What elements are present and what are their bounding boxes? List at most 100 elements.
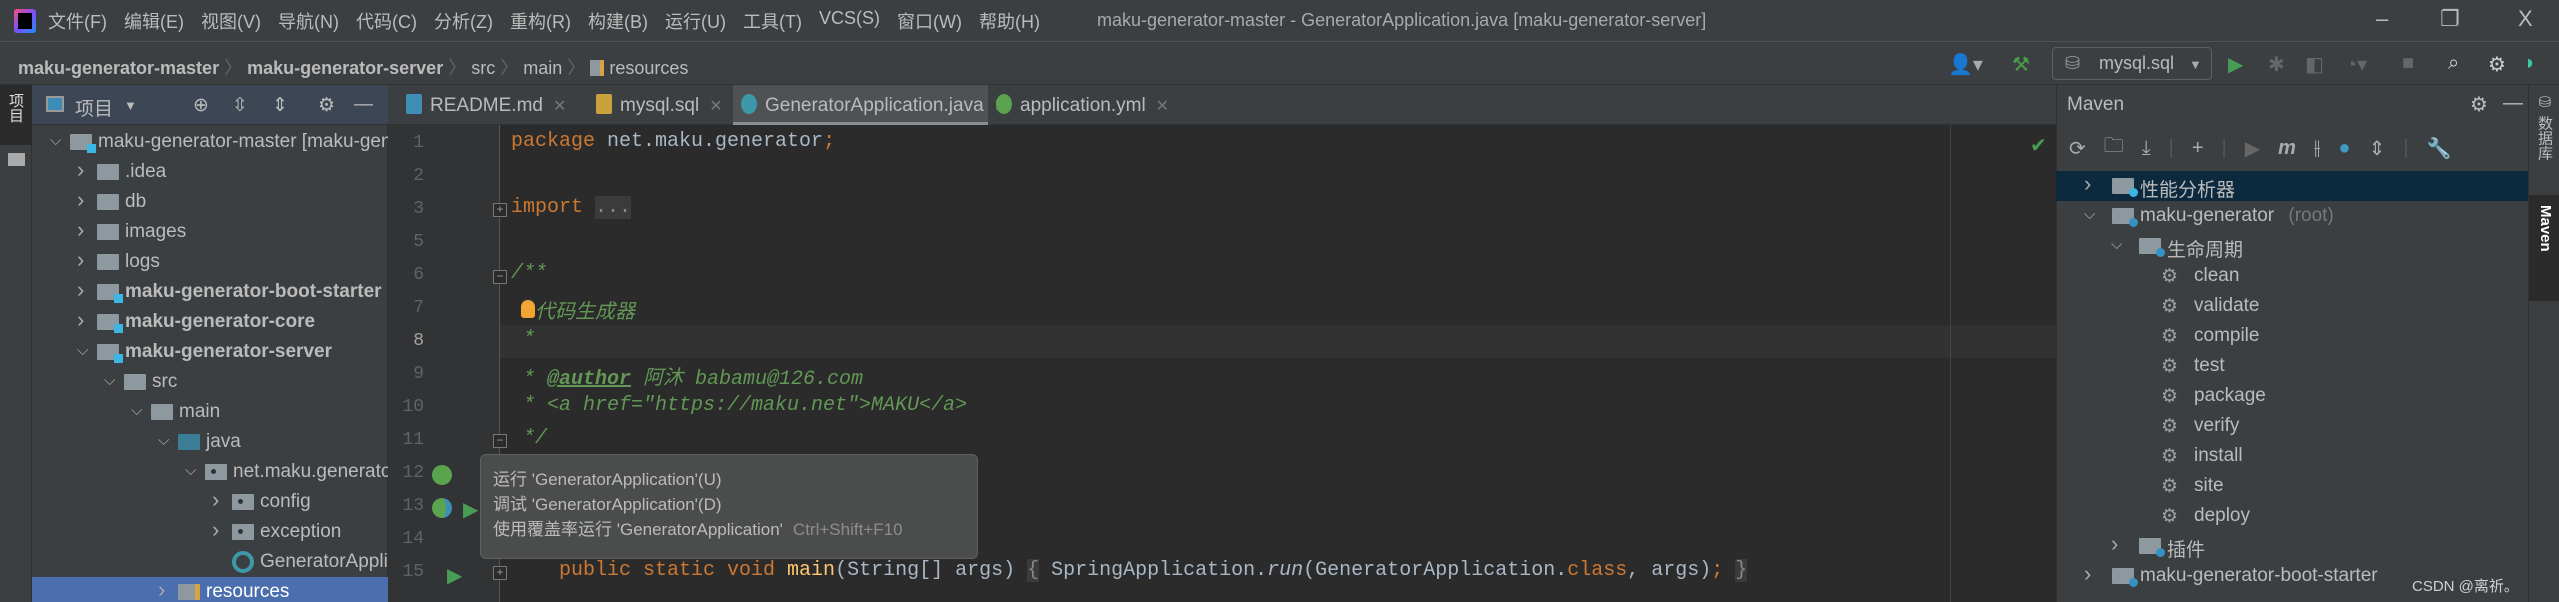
project-view-selector[interactable]: 项目 <box>75 94 113 121</box>
tree-item[interactable]: › db <box>32 187 388 217</box>
menu-item[interactable]: 分析(Z) <box>434 8 493 34</box>
menu-item[interactable]: VCS(S) <box>819 8 880 34</box>
maven-tree-item[interactable]: ⚙ package <box>2056 381 2528 411</box>
chevron-right-icon[interactable]: › <box>2111 531 2118 557</box>
chevron-right-icon[interactable]: › <box>77 247 84 273</box>
hide-panel-icon[interactable]: — <box>354 94 373 116</box>
breadcrumb-main[interactable]: main <box>523 58 562 78</box>
close-window-button[interactable]: X <box>2518 6 2533 32</box>
chevron-down-icon[interactable]: ▼ <box>124 98 137 113</box>
intention-bulb-icon[interactable] <box>521 300 535 318</box>
tree-item[interactable]: GeneratorApplication <box>32 547 388 577</box>
build-tools-wrench-icon[interactable]: 🔧 <box>2426 136 2451 161</box>
project-tool-window-button[interactable]: 项目 <box>0 85 32 145</box>
tab-readme-md[interactable]: README.md ✕ <box>398 85 578 125</box>
profile-icon[interactable]: ◔▾ <box>2345 52 2367 77</box>
toggle-offline-icon[interactable]: ⫲ <box>2314 137 2320 160</box>
search-icon[interactable]: ⌕ <box>2448 52 2459 75</box>
run-gutter-icon[interactable]: ▶ <box>463 497 478 522</box>
maven-settings-gear-icon[interactable]: ⚙ <box>2470 92 2488 117</box>
close-tab-icon[interactable]: ✕ <box>709 98 722 115</box>
tree-item[interactable]: › .idea <box>32 157 388 187</box>
chevron-down-icon[interactable]: ⌵ <box>77 342 88 359</box>
maven-tree-item[interactable]: ⚙ clean <box>2056 261 2528 291</box>
skip-tests-icon[interactable]: ● <box>2338 137 2350 160</box>
build-hammer-icon[interactable]: ⚒ <box>2012 52 2030 77</box>
chevron-right-icon[interactable]: › <box>2084 171 2091 197</box>
run-icon[interactable]: ▶ <box>2228 52 2243 77</box>
database-tool-window-button[interactable]: ⛁ 数据库 <box>2534 93 2555 160</box>
tree-item[interactable]: › resources <box>32 577 388 602</box>
maven-tree-item[interactable]: ⚙ compile <box>2056 321 2528 351</box>
stop-icon[interactable]: ■ <box>2402 52 2414 75</box>
tree-item[interactable]: ⌵ main <box>32 397 388 427</box>
maven-tree-item[interactable]: ⚙ validate <box>2056 291 2528 321</box>
menu-item[interactable]: 视图(V) <box>201 8 261 34</box>
menu-item[interactable]: 运行(U) <box>665 8 726 34</box>
expand-all-icon[interactable]: ⇳ <box>232 94 248 117</box>
chevron-down-icon[interactable]: ⌵ <box>158 432 169 449</box>
tree-item[interactable]: › exception <box>32 517 388 547</box>
collapse-all-icon[interactable]: ⇕ <box>272 94 288 117</box>
maven-tree-item[interactable]: ⚙ verify <box>2056 411 2528 441</box>
breadcrumb-module[interactable]: maku-generator-server <box>247 58 443 78</box>
tree-item[interactable]: ⌵ java <box>32 427 388 457</box>
maven-tree-item[interactable]: ⌵ 生命周期 <box>2056 231 2528 261</box>
collapse-all-icon[interactable]: ⇕ <box>2368 136 2385 161</box>
menu-item[interactable]: 重构(R) <box>510 8 571 34</box>
close-tab-icon[interactable]: ✕ <box>553 98 566 115</box>
maven-tree-item[interactable]: ⌵ maku-generator (root) <box>2056 201 2528 231</box>
tree-item[interactable]: ⌵ maku-generator-server <box>32 337 388 367</box>
debug-icon[interactable]: ✱ <box>2268 52 2285 77</box>
chevron-right-icon[interactable]: › <box>77 217 84 243</box>
popup-menu-item[interactable]: 调试 'GeneratorApplication'(D) <box>493 492 977 517</box>
no-problems-check-icon[interactable]: ✔ <box>2030 133 2047 158</box>
popup-menu-item[interactable]: 运行 'GeneratorApplication'(U) <box>493 467 977 492</box>
tree-item[interactable]: › logs <box>32 247 388 277</box>
maven-tree-item[interactable]: ⚙ test <box>2056 351 2528 381</box>
menu-item[interactable]: 导航(N) <box>278 8 339 34</box>
maven-tree-item[interactable]: › 插件 <box>2056 531 2528 561</box>
run-maven-icon[interactable]: ▶ <box>2245 136 2260 161</box>
menu-item[interactable]: 构建(B) <box>588 8 648 34</box>
run-configuration-dropdown[interactable]: ⛁ mysql.sql ▼ <box>2052 47 2212 80</box>
execute-goal-icon[interactable]: m <box>2278 137 2296 160</box>
tab-generatorapplication-java[interactable]: GeneratorApplication.java✕ <box>733 85 1007 125</box>
chevron-down-icon[interactable]: ⌵ <box>131 402 142 419</box>
fold-expand-icon[interactable]: + <box>493 203 507 217</box>
spring-boot-app-icon[interactable] <box>432 498 452 518</box>
locate-file-icon[interactable]: ⊕ <box>193 94 209 117</box>
download-icon[interactable]: ⤓ <box>2142 137 2151 160</box>
tree-item[interactable]: ⌵ maku-generator-master [maku-generator] <box>32 127 388 157</box>
tree-item[interactable]: ⌵ net.maku.generator <box>32 457 388 487</box>
menu-item[interactable]: 窗口(W) <box>897 8 962 34</box>
chevron-down-icon[interactable]: ⌵ <box>2111 236 2122 253</box>
minimize-button[interactable]: – <box>2376 6 2388 32</box>
menu-item[interactable]: 代码(C) <box>356 8 417 34</box>
fold-collapse-icon[interactable]: − <box>493 434 507 448</box>
tree-item[interactable]: › maku-generator-boot-starter <box>32 277 388 307</box>
maven-tree-item[interactable]: ⚙ deploy <box>2056 501 2528 531</box>
tree-item[interactable]: › images <box>32 217 388 247</box>
user-icon[interactable]: 👤▾ <box>1948 52 1983 77</box>
chevron-right-icon[interactable]: › <box>2084 561 2091 587</box>
chevron-down-icon[interactable]: ⌵ <box>185 462 196 479</box>
breadcrumb-src[interactable]: src <box>471 58 495 78</box>
close-tab-icon[interactable]: ✕ <box>1156 98 1169 115</box>
tree-item[interactable]: › maku-generator-core <box>32 307 388 337</box>
maven-tree-item[interactable]: ⚙ install <box>2056 441 2528 471</box>
folder-icon[interactable] <box>8 153 25 166</box>
breadcrumb-project[interactable]: maku-generator-master <box>18 58 219 78</box>
chevron-down-icon[interactable]: ⌵ <box>2084 206 2095 223</box>
tree-item[interactable]: › config <box>32 487 388 517</box>
chevron-right-icon[interactable]: › <box>158 577 165 602</box>
fold-expand-icon[interactable]: + <box>493 566 507 580</box>
maven-tool-window-button[interactable]: Maven <box>2529 195 2559 301</box>
breadcrumb-resources[interactable]: resources <box>609 58 688 78</box>
popup-menu-item[interactable]: 使用覆盖率运行 'GeneratorApplication' Ctrl+Shift… <box>493 517 977 542</box>
maven-tree-item[interactable]: › 性能分析器 <box>2056 171 2528 201</box>
maven-tree-item[interactable]: ⚙ site <box>2056 471 2528 501</box>
fold-collapse-icon[interactable]: − <box>493 270 507 284</box>
chevron-right-icon[interactable]: › <box>77 277 84 303</box>
panel-settings-gear-icon[interactable]: ⚙ <box>318 94 335 117</box>
